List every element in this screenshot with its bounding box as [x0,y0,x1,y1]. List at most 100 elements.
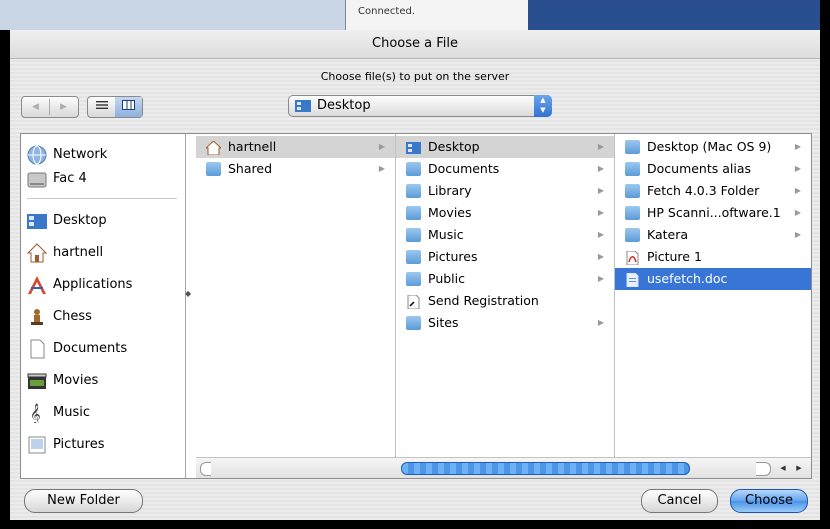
sidebar-item-network[interactable]: Network [27,143,177,167]
sidebar-item-applications[interactable]: Applications [27,273,177,297]
item-label: Documents [428,161,500,176]
sites-folder-icon [406,316,421,330]
list-view-icon[interactable] [88,97,115,117]
list-item[interactable]: Desktop ▶ [396,136,614,158]
pictures-folder-icon [406,250,421,264]
disclosure-arrow-icon: ▶ [597,274,604,283]
scroll-thumb[interactable] [401,462,690,475]
sidebar-item-label: Network [53,147,108,162]
sidebar-item-label: hartnell [53,245,104,260]
item-label: Katera [647,227,689,242]
sidebar-item-hartnell[interactable]: hartnell [26,241,177,265]
list-item-selected[interactable]: usefetch.doc [615,268,811,290]
list-item[interactable]: HP Scanni...oftware.1 ▶ [615,202,811,224]
network-globe-icon [27,145,47,165]
item-label: Music [428,227,464,242]
document-icon [625,272,640,288]
sidebar-divider [27,198,177,199]
sidebar-item-label: Applications [53,277,133,292]
disclosure-arrow-icon: ▶ [378,142,385,151]
sidebar-item-label: Fac 4 [53,171,87,186]
chess-icon [27,307,47,327]
pdf-icon [625,250,640,266]
item-label: Desktop [428,139,480,154]
desktop-icon [27,211,47,231]
list-item[interactable]: Katera ▶ [615,224,811,246]
disclosure-arrow-icon: ▶ [597,186,604,195]
connection-status: Connected. [358,6,416,17]
disclosure-arrow-icon: ▶ [597,252,604,261]
applications-icon [27,275,47,295]
new-folder-button[interactable]: New Folder [24,489,143,513]
scroll-left-arrow-icon[interactable]: ◀ [775,461,791,475]
choose-button[interactable]: Choose [730,489,808,513]
folder-icon [625,184,640,198]
background-pane [528,0,820,30]
list-item[interactable]: Picture 1 [615,246,811,268]
disclosure-arrow-icon: ▶ [597,318,604,327]
sidebar-item-chess[interactable]: Chess [27,305,177,329]
alias-folder-icon [625,140,640,154]
sidebar-resize-handle[interactable]: ◆ [185,289,191,298]
location-popup[interactable]: Desktop ▲ ▼ [288,95,552,117]
scroll-track-start [200,462,211,476]
music-icon: 𝄞 [27,403,47,425]
choose-file-dialog: Choose a File Choose file(s) to put on t… [10,30,820,520]
folder-icon [625,228,640,242]
sidebar-item-label: Movies [53,373,99,388]
scroll-track-end [756,462,771,476]
cancel-button[interactable]: Cancel [641,489,718,513]
sidebar-item-fac4[interactable]: Fac 4 [27,167,177,191]
sidebar-item-movies[interactable]: Movies [27,369,177,393]
sidebar-item-label: Desktop [53,213,107,228]
folder-icon [625,206,640,220]
pictures-icon [27,435,47,455]
folder-icon [406,162,421,176]
list-item[interactable]: Fetch 4.0.3 Folder ▶ [615,180,811,202]
sidebar-item-music[interactable]: 𝄞 Music [27,401,177,425]
alias-file-icon [406,294,421,310]
forward-arrow-icon[interactable]: ▶ [50,97,77,117]
sidebar-item-label: Pictures [53,437,105,452]
scroll-right-arrow-icon[interactable]: ▶ [791,461,807,475]
sidebar-item-label: Music [53,405,90,420]
background-toolbar [0,0,345,30]
column-1: hartnell ▶ Shared ▶ [196,134,396,457]
list-item[interactable]: hartnell ▶ [196,136,395,158]
list-item[interactable]: Movies ▶ [396,202,614,224]
item-label: Picture 1 [647,249,702,264]
list-item[interactable]: Documents ▶ [396,158,614,180]
item-label: HP Scanni...oftware.1 [647,205,781,220]
list-item[interactable]: Send Registration [396,290,614,312]
view-mode-control [87,96,143,118]
sidebar-item-label: Chess [53,309,92,324]
back-forward-control: ◀ ▶ [21,96,79,118]
list-item[interactable]: Shared ▶ [196,158,395,180]
list-item[interactable]: Music ▶ [396,224,614,246]
list-item[interactable]: Library ▶ [396,180,614,202]
list-item[interactable]: Public ▶ [396,268,614,290]
sidebar-item-documents[interactable]: Documents [27,337,177,361]
disclosure-arrow-icon: ▶ [597,142,604,151]
disclosure-arrow-icon: ▶ [794,142,801,151]
column-view-icon[interactable] [115,97,142,117]
list-item[interactable]: Sites ▶ [396,312,614,334]
horizontal-scrollbar[interactable]: ◀ ▶ [196,457,811,478]
file-browser: Network Fac 4 Desktop hartnell Applicati… [20,133,812,479]
sidebar: Network Fac 4 Desktop hartnell Applicati… [21,134,186,478]
item-label: Library [428,183,472,198]
location-label: Desktop [317,98,371,113]
disclosure-arrow-icon: ▶ [794,230,801,239]
movies-folder-icon [406,206,421,220]
list-item[interactable]: Documents alias ▶ [615,158,811,180]
public-folder-icon [406,272,421,286]
list-item[interactable]: Pictures ▶ [396,246,614,268]
back-arrow-icon[interactable]: ◀ [22,97,49,117]
sidebar-item-pictures[interactable]: Pictures [27,433,177,457]
desktop-icon [406,140,421,154]
list-item[interactable]: Desktop (Mac OS 9) ▶ [615,136,811,158]
sidebar-item-desktop[interactable]: Desktop [27,209,177,233]
home-icon [26,242,48,263]
popup-arrows-icon[interactable]: ▲ ▼ [534,95,552,117]
home-icon [204,140,223,156]
